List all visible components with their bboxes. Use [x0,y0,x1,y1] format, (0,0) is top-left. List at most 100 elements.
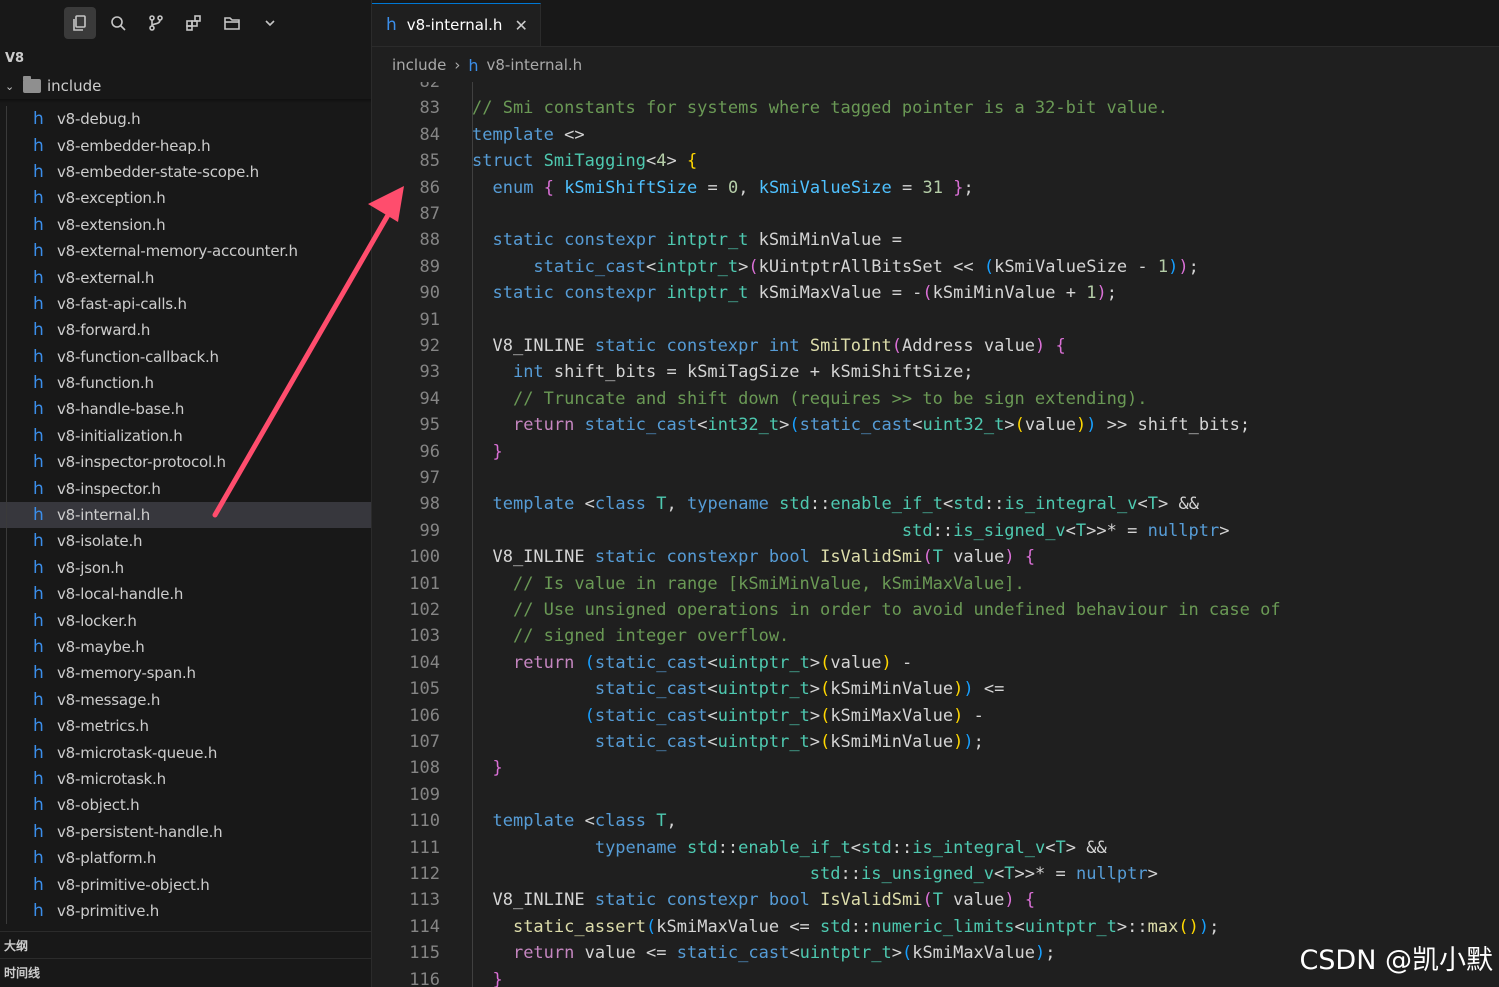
header-file-icon: h [33,135,44,156]
file-item[interactable]: h v8-message.h [0,686,371,713]
code-text: V8_INLINE static constexpr bool IsValidS… [472,547,1036,568]
close-icon[interactable]: ✕ [514,16,527,35]
file-item[interactable]: h v8-primitive-object.h [0,871,371,898]
tree-indent-guide [6,185,7,212]
header-file-icon: h [33,689,44,710]
file-item[interactable]: h v8-function-callback.h [0,343,371,370]
code-text: static_cast<uintptr_t>(kSmiMinValue)) <= [594,679,1005,700]
code-text: std::is_unsigned_v<T>>* = nullptr> [809,864,1158,884]
file-item[interactable]: h v8-external.h [0,264,371,291]
source-control-icon[interactable] [140,7,172,39]
file-item[interactable]: h v8-inspector.h [0,475,371,502]
file-item[interactable]: h v8-internal.h [0,501,371,529]
chevron-down-icon[interactable] [254,7,286,39]
tree-indent-guide [6,475,7,502]
file-item[interactable]: h v8-maybe.h [0,633,371,661]
tree-indent-guide [6,317,7,344]
chevron-right-icon: › [454,56,461,74]
header-file-icon: h [33,161,44,182]
header-file-icon: h [468,55,479,75]
breadcrumb-folder[interactable]: include [392,56,446,74]
tree-indent-guide [6,237,7,265]
header-file-icon: h [33,557,44,578]
timeline-section[interactable]: 时间线 [0,958,371,985]
tree-indent-guide [6,528,7,555]
tree-indent-guide [6,343,7,370]
tree-indent-guide [6,871,7,898]
tree-indent-guide [6,765,7,793]
line-number: 91 [419,309,440,330]
line-number: 116 [409,969,440,987]
line-number: 105 [409,679,440,700]
code-text: typename std::enable_if_t<std::is_integr… [594,837,1107,858]
header-file-icon: h [33,452,44,473]
file-item[interactable]: h v8-extension.h [0,211,371,238]
code-text: // Truncate and shift down (requires >> … [512,388,1148,409]
code-text: template <class T, [492,811,677,832]
file-item[interactable]: h v8-json.h [0,554,371,582]
breadcrumb-file[interactable]: v8-internal.h [487,56,583,74]
file-item[interactable]: h v8-microtask-queue.h [0,739,371,766]
search-icon[interactable] [102,7,134,39]
explorer-icon[interactable] [64,7,96,39]
line-number: 90 [419,283,440,304]
code-text: enum { kSmiShiftSize = 0, kSmiValueSize … [492,177,974,198]
header-file-icon: h [33,399,44,420]
file-item[interactable]: h v8-memory-span.h [0,660,371,687]
file-item[interactable]: h v8-forward.h [0,317,371,344]
file-item[interactable]: h v8-persistent-handle.h [0,818,371,845]
file-item[interactable]: h v8-embedder-state-scope.h [0,158,371,186]
file-label: v8-maybe.h [57,638,145,656]
header-file-icon: h [33,716,44,737]
file-item[interactable]: h v8-debug.h [0,106,371,133]
file-label: v8-persistent-handle.h [57,822,223,841]
tree-indent-guide [6,501,7,529]
file-item[interactable]: h v8-metrics.h [0,712,371,740]
tree-indent-guide [6,660,7,687]
file-item[interactable]: h v8-embedder-heap.h [0,132,371,159]
code-text: int shift_bits = kSmiTagSize + kSmiShift… [512,362,974,383]
file-item[interactable]: h v8-isolate.h [0,528,371,555]
line-number: 102 [409,600,440,620]
extensions-icon[interactable] [178,7,210,39]
file-item[interactable]: h v8-external-memory-accounter.h [0,237,371,265]
file-tree: h v8-debug.h h v8-embedder-heap.h h v8-embedd… [0,106,371,925]
code-text: // Use unsigned operations in order to a… [512,600,1281,620]
file-label: v8-microtask-queue.h [57,743,218,762]
file-item[interactable]: h v8-fast-api-calls.h [0,290,371,318]
file-item[interactable]: h v8-initialization.h [0,422,371,450]
tab-v8-internal[interactable]: h v8-internal.h ✕ [372,3,541,46]
breadcrumb: include › h v8-internal.h [372,47,1499,83]
line-number: 97 [419,468,440,488]
sticky-scroll-shadow [0,99,371,103]
folder-icon[interactable] [216,7,248,39]
line-number: 107 [409,732,440,752]
file-item[interactable]: h v8-platform.h [0,844,371,872]
outline-section[interactable]: 大纲 [0,931,371,958]
tree-indent-guide [6,686,7,713]
file-item[interactable]: h v8-microtask.h [0,765,371,793]
file-label: v8-message.h [57,690,161,709]
tree-indent-guide [6,818,7,845]
tree-indent-guide [6,264,7,291]
file-item[interactable]: h v8-object.h [0,792,371,819]
tab-label: v8-internal.h [406,16,503,34]
line-number: 96 [419,441,440,462]
file-item[interactable]: h v8-locker.h [0,607,371,634]
tree-indent-guide [6,739,7,766]
file-label: v8-locker.h [57,611,137,630]
file-item[interactable]: h v8-primitive.h [0,897,371,925]
editor: h v8-internal.h ✕ include › h v8-interna… [372,0,1499,987]
watermark: CSDN @凯小默 [1299,945,1493,976]
file-item[interactable]: h v8-inspector-protocol.h [0,449,371,476]
chevron-down-icon: ⌄ [5,79,15,93]
code-text: static_assert(kSmiMaxValue <= std::numer… [512,916,1220,937]
file-item[interactable]: h v8-local-handle.h [0,581,371,608]
folder-include[interactable]: ⌄ include [0,74,371,98]
file-item[interactable]: h v8-exception.h [0,185,371,212]
file-item[interactable]: h v8-handle-base.h [0,396,371,423]
file-label: v8-platform.h [57,849,157,868]
file-item[interactable]: h v8-function.h [0,369,371,397]
code-area[interactable]: 82 83 // Smi constants for systems where t… [372,82,1499,987]
file-label: v8-embedder-state-scope.h [57,162,259,181]
